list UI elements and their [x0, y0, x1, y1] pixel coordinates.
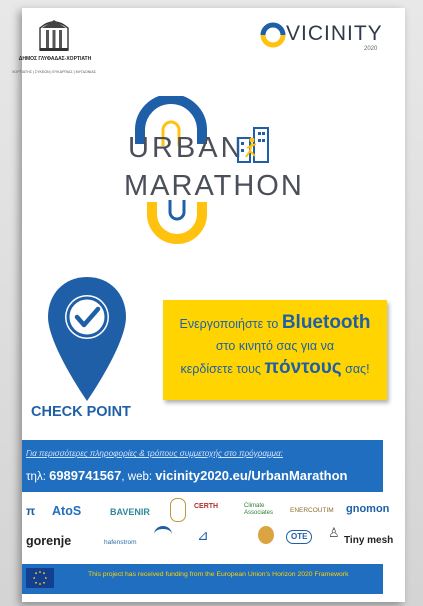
marathon-arc-bottom-icon — [147, 200, 207, 244]
eu-flag-icon — [26, 568, 54, 588]
info-bar — [22, 440, 383, 492]
phone-label: τηλ: — [26, 471, 50, 483]
partner-enercoutim: ENERCOUTIM — [290, 507, 334, 514]
eu-funding-text: This project has received funding from t… — [88, 571, 349, 578]
partner-tinymesh: Tiny mesh — [344, 535, 394, 546]
vicinity-year: 2020 — [364, 46, 378, 52]
callout-part1: Ενεργοποιήστε το — [179, 317, 282, 331]
partner-crest-icon — [170, 498, 186, 522]
partner-certh: CERTH — [194, 503, 219, 510]
bluetooth-callout-text: Ενεργοποιήστε το Bluetooth στο κινητό σα… — [163, 312, 387, 380]
web-label: , web: — [121, 471, 156, 483]
phone-number[interactable]: 6989741567 — [49, 468, 121, 483]
info-contact: τηλ: 6989741567, web: vicinity2020.eu/Ur… — [26, 468, 347, 483]
partner-figure-icon: ♙ — [328, 525, 340, 540]
partner-bavenir: BAVENIR — [110, 507, 150, 517]
municipality-crest-icon — [39, 20, 69, 51]
partner-logos: π AtoS BAVENIR CERTH Climate Associates … — [22, 496, 393, 556]
callout-bluetooth: Bluetooth — [281, 312, 371, 333]
callout-points: πόντους — [264, 357, 342, 378]
municipality-subtitle: ΧΟΡΤΙΑΤΗΣ | ΣΥΚΕΩΝ | ΕΥΚΑΡΠΙΑΣ | ΜΥΓΔΟΝΙ… — [12, 70, 96, 74]
vicinity-logo-icon — [260, 22, 286, 48]
partner-gorenje: gorenje — [26, 534, 72, 548]
partner-gnomon: gnomon — [346, 503, 390, 515]
partner-seal-icon — [258, 526, 274, 544]
urban-title: URBAN — [128, 132, 245, 164]
location-pin-check-icon — [48, 277, 126, 401]
marathon-title: MARATHON — [124, 170, 304, 202]
partner-hafenstrom: hafenstrom — [104, 539, 137, 546]
building-runner-icon — [237, 127, 269, 163]
checkpoint-label: CHECK POINT — [31, 404, 131, 420]
partner-triangle-icon: ⊿ — [197, 527, 209, 543]
partner-ote: OTE — [286, 530, 313, 544]
web-link[interactable]: vicinity2020.eu/UrbanMarathon — [155, 468, 347, 483]
callout-line3-pre: κερδίσετε τους — [180, 362, 265, 376]
partner-waves-icon — [154, 526, 172, 543]
partner-climate: Climate Associates — [244, 503, 274, 516]
callout-line2: στο κινητό σας για να — [215, 339, 335, 353]
eu-funding-bar — [22, 564, 383, 594]
municipality-name: ΔΗΜΟΣ ΓΛΥΦΑΔΑΣ-ΧΟΡΤΙΑΤΗ — [18, 56, 92, 62]
partner-atos: AtoS — [52, 504, 82, 518]
info-more-link[interactable]: Για περισσότερες πληροφορίες & τρόπους σ… — [26, 449, 283, 458]
callout-line3-post: σας! — [341, 362, 370, 376]
partner-logo-unknown-icon: π — [26, 504, 36, 518]
vicinity-wordmark: VICINITY — [286, 22, 383, 45]
